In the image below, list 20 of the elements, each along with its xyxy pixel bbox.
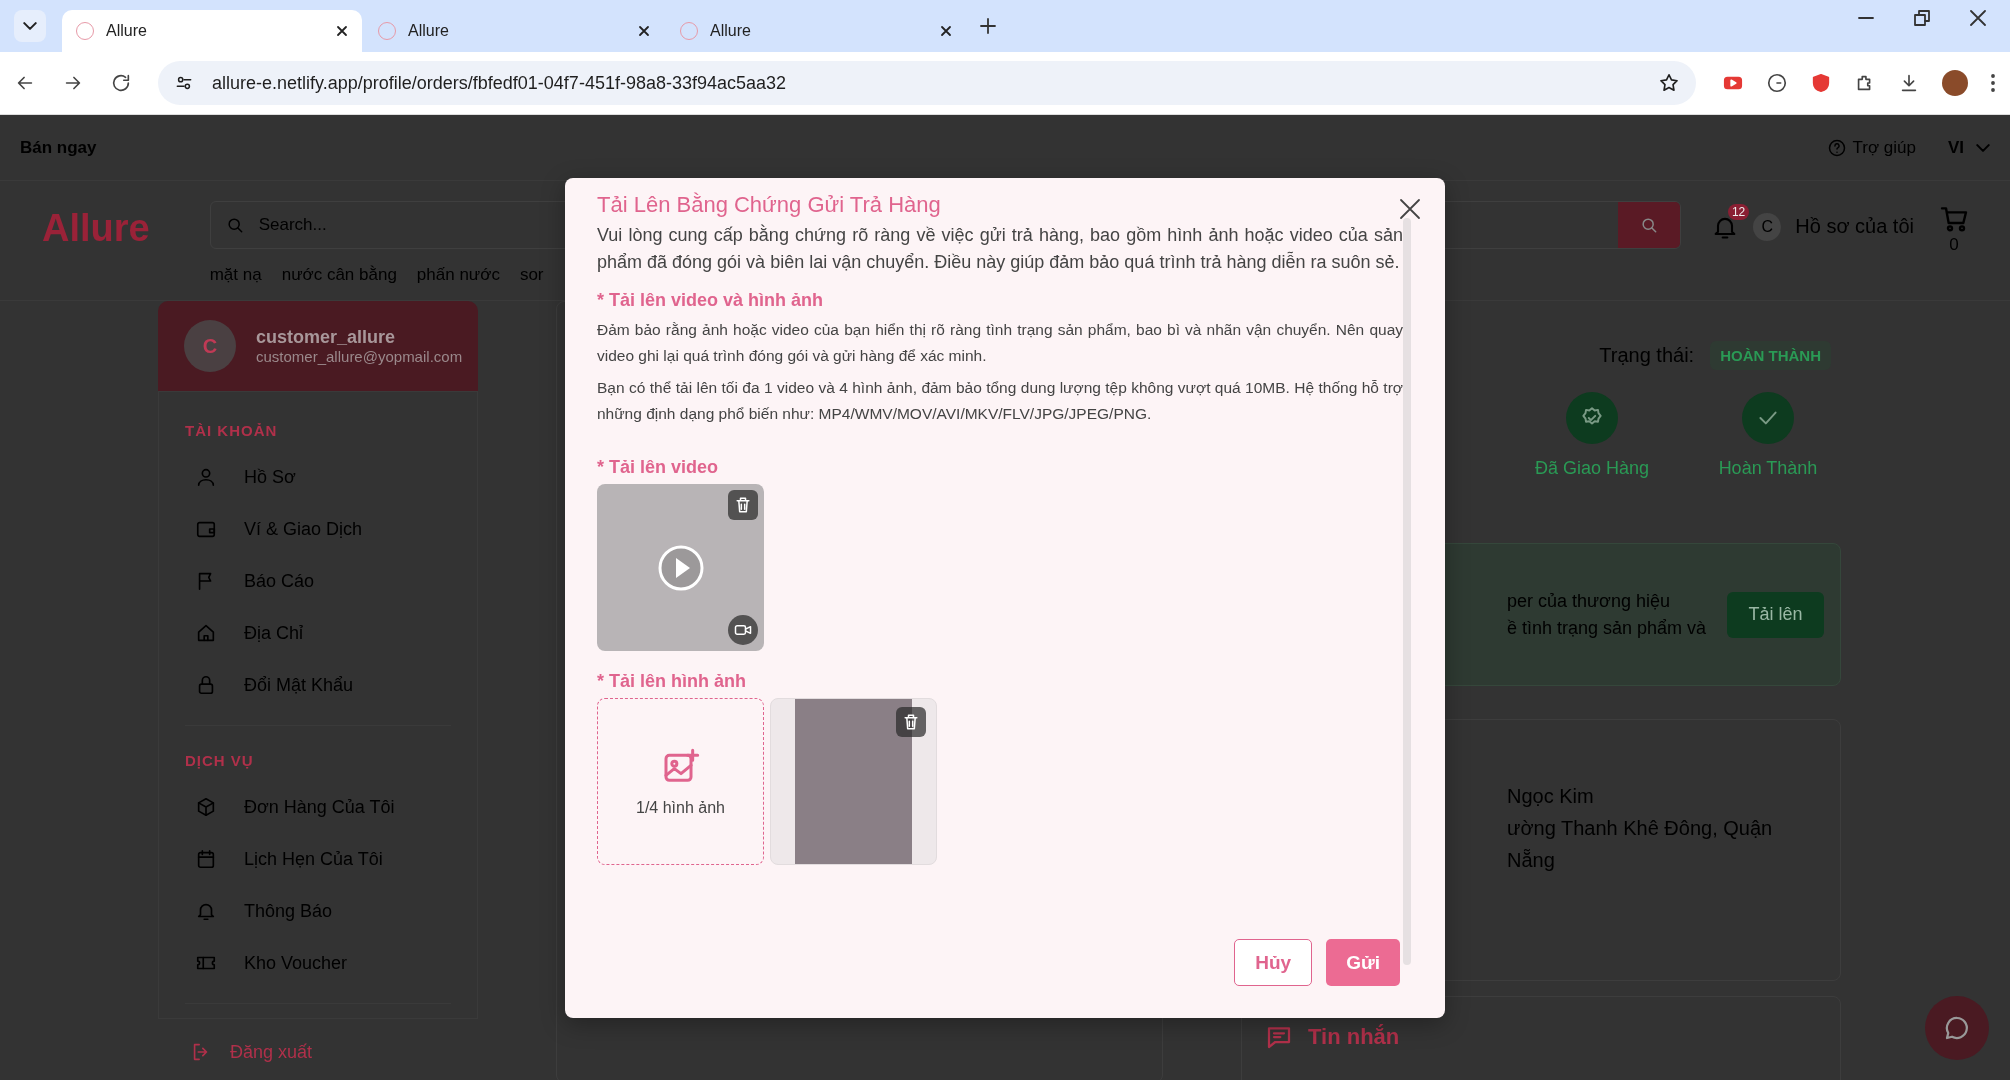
intro-text: Vui lòng cung cấp bằng chứng rõ ràng về việc gửi trả hàng, bao gồm hình ảnh hoặc video của sản phẩm đã đóng gói và biên lai vận chuyển. Điều này giúp đảm bảo quá trình trả hàng diễn ra suôn sẻ. <box>597 223 1403 274</box>
video-label: * Tải lên video <box>597 457 720 478</box>
user-avatar: C <box>184 320 236 372</box>
notice-text: per của thương hiệu <box>1507 589 1671 613</box>
section-title: TÀI KHOẢN <box>184 421 278 441</box>
messages-title: Tin nhắn <box>1308 1024 1400 1050</box>
user-avatar: C <box>1753 213 1782 241</box>
notification-badge: 12 <box>1727 204 1750 220</box>
section-title: DỊCH VỤ <box>184 751 254 771</box>
username: customer_allure <box>256 327 397 348</box>
step-label: Hoàn Thành <box>1718 458 1818 479</box>
notice-text: ề tình trạng sản phẩm và <box>1507 616 1708 640</box>
email: customer_allure@yopmail.com <box>256 348 463 365</box>
note-text: Đảm bảo rằng ảnh hoặc video của bạn hiển thị rõ ràng tình trạng sản phẩm, bao bì và nhãn vận chuyển. Nên quay video ghi lại quá trình đóng gói và gửi hàng để xác minh. <box>597 320 1403 366</box>
step-label: Đã Giao Hàng <box>1534 458 1650 479</box>
status-badge: HOÀN THÀNH <box>1710 341 1831 370</box>
section-label: * Tải lên video và hình ảnh <box>597 290 825 311</box>
dialog-title: Tải Lên Bằng Chứng Gửi Trả Hàng <box>597 192 942 218</box>
image-label: * Tải lên hình ảnh <box>597 671 747 692</box>
note-text: Bạn có thể tải lên tối đa 1 video và 4 hình ảnh, đảm bảo tổng dung lượng tệp không vượt quá 10MB. Hệ thống hỗ trợ những định dạng phổ biến như: MP4/WMV/MOV/AVI/MKV/FLV/JPG/JPEG/PNG. <box>597 378 1403 424</box>
